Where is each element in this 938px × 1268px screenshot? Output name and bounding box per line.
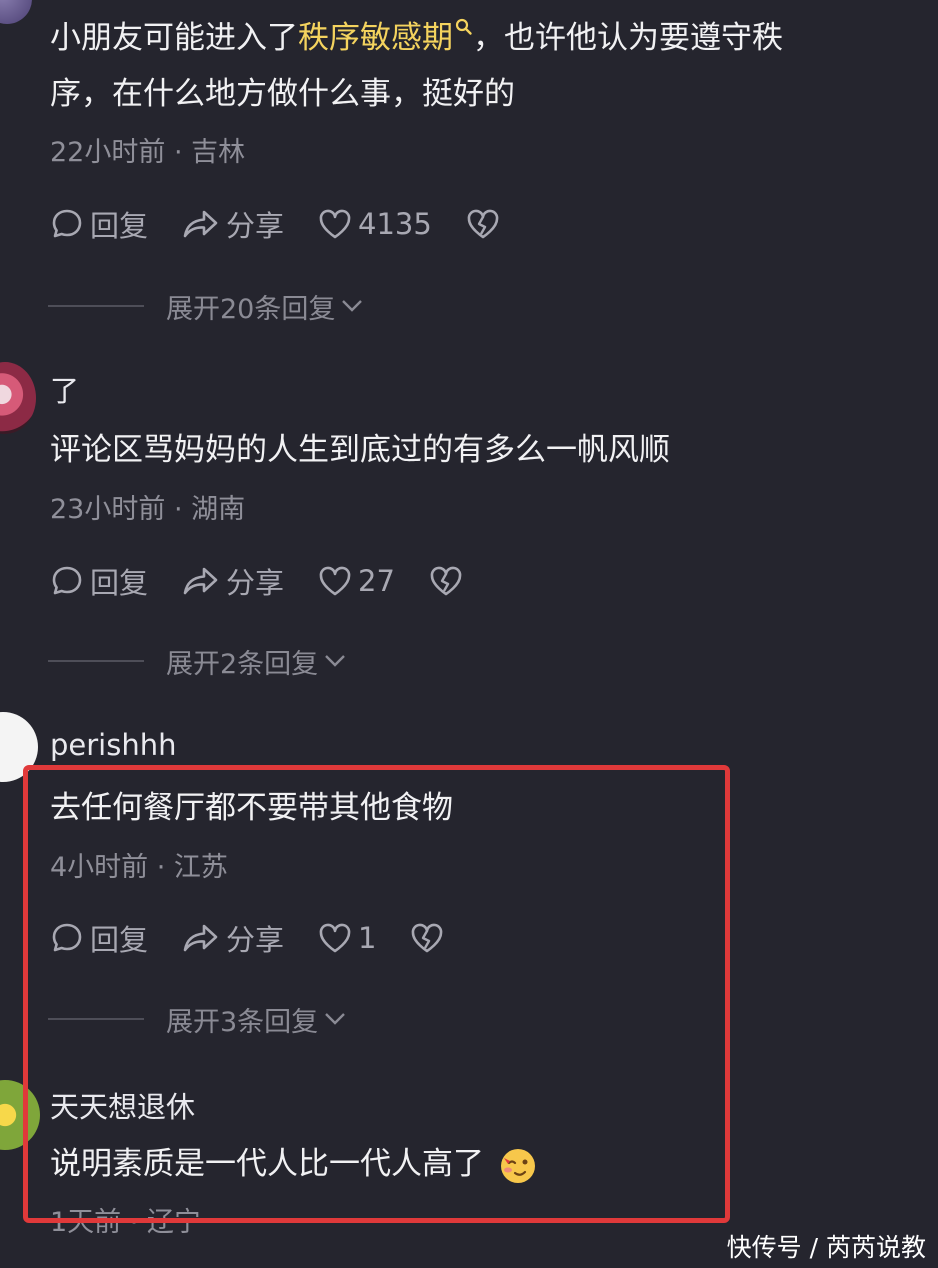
like-button[interactable]: 4135 bbox=[318, 207, 432, 241]
comment-text: 评论区骂妈妈的人生到底过的有多么一帆风顺 bbox=[50, 432, 670, 468]
share-icon bbox=[183, 567, 218, 595]
comment-actions: 回复 分享 4135 bbox=[50, 204, 534, 244]
comment-icon bbox=[52, 209, 82, 238]
share-button[interactable]: 分享 bbox=[182, 203, 284, 245]
expand-replies-button[interactable]: 展开2条回复 bbox=[48, 644, 346, 680]
avatar[interactable] bbox=[0, 362, 36, 434]
avatar[interactable] bbox=[0, 0, 32, 24]
share-label: 分享 bbox=[226, 566, 285, 600]
share-icon bbox=[183, 210, 218, 238]
comment-actions: 回复 分享 27 bbox=[50, 561, 497, 601]
chevron-down-icon bbox=[325, 655, 346, 667]
dislike-button[interactable] bbox=[466, 208, 500, 240]
username[interactable]: perishhh bbox=[50, 728, 176, 762]
comment-meta: 22小时前 · 吉林 bbox=[50, 137, 246, 168]
divider bbox=[48, 305, 144, 307]
reply-label: 回复 bbox=[90, 566, 149, 600]
like-count: 4135 bbox=[358, 207, 432, 241]
keyword-link[interactable]: 秩序敏感期 bbox=[298, 18, 473, 56]
reply-button[interactable]: 回复 bbox=[50, 560, 148, 602]
broken-heart-icon bbox=[467, 209, 499, 239]
search-icon bbox=[455, 18, 472, 35]
share-button[interactable]: 分享 bbox=[182, 560, 284, 602]
reply-label: 回复 bbox=[90, 209, 149, 243]
heart-icon bbox=[319, 209, 351, 239]
highlight-box bbox=[23, 765, 730, 1223]
comment-text: 小朋友可能进入了秩序敏感期 ，也许他认为要遵守秩 bbox=[50, 18, 783, 56]
like-count: 27 bbox=[358, 564, 395, 598]
share-label: 分享 bbox=[226, 209, 285, 243]
broken-heart-icon bbox=[430, 566, 462, 596]
comment-meta: 23小时前 · 湖南 bbox=[50, 494, 246, 525]
expand-replies-button[interactable]: 展开20条回复 bbox=[48, 289, 363, 325]
like-button[interactable]: 27 bbox=[318, 564, 395, 598]
reply-button[interactable]: 回复 bbox=[50, 203, 148, 245]
dislike-button[interactable] bbox=[429, 565, 463, 597]
expand-replies-label: 展开2条回复 bbox=[166, 648, 319, 680]
expand-replies-label: 展开20条回复 bbox=[166, 293, 336, 325]
heart-icon bbox=[319, 566, 351, 596]
comment-icon bbox=[52, 566, 82, 595]
chevron-down-icon bbox=[342, 300, 363, 312]
watermark: 快传号 / 芮芮说教 bbox=[726, 1233, 926, 1262]
divider bbox=[48, 660, 144, 662]
username[interactable]: 了 bbox=[50, 368, 79, 410]
comment-text-line2: 序，在什么地方做什么事，挺好的 bbox=[50, 76, 515, 112]
